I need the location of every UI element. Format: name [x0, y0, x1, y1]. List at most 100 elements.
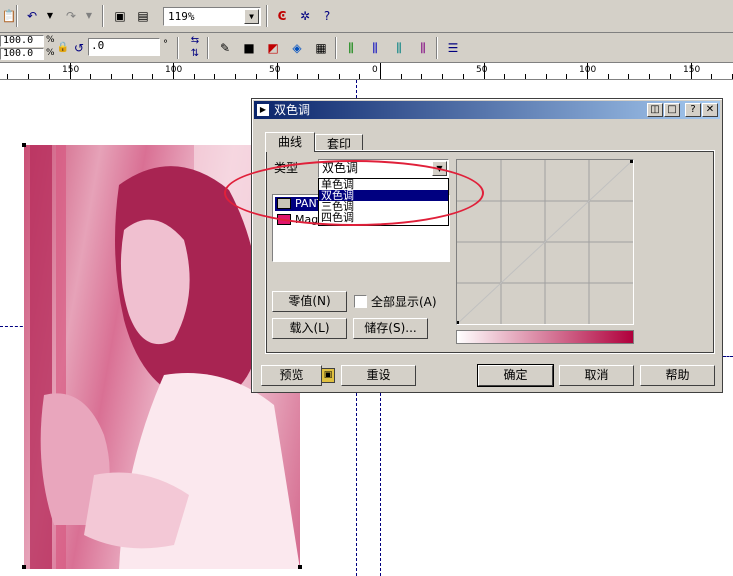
zoom-dropdown-icon[interactable]: ▼ [244, 9, 259, 24]
ruler-tick [711, 74, 712, 79]
scale-y-field[interactable]: 100.0 [0, 48, 44, 60]
to-front-icon[interactable]: ☰ [444, 39, 462, 57]
redo-icon[interactable]: ↷ [62, 7, 80, 25]
import-icon[interactable]: ▣ [111, 7, 129, 25]
toolbar-separator [266, 5, 268, 27]
undo-dropdown-icon[interactable]: ▼ [41, 7, 59, 25]
ruler-tick [525, 74, 526, 79]
preview-button[interactable]: 预览 [261, 365, 322, 386]
zoom-level-value: 119% [168, 10, 195, 23]
save-button[interactable]: 储存(S)... [353, 318, 428, 339]
ruler-tick [173, 63, 174, 79]
ruler-tick [28, 74, 29, 79]
duotone-dialog: ▶ 双色调 ◫ □ ? ✕ 曲线 套印 类型 双色调 ▼ PANTONE Mag… [251, 98, 723, 393]
show-all-label: 全部显示(A) [371, 295, 437, 309]
selection-handle[interactable] [22, 143, 26, 147]
edit-bitmap-icon[interactable]: ✎ [216, 39, 234, 57]
degree-unit: ° [163, 39, 168, 50]
tab-curve[interactable]: 曲线 [265, 132, 315, 152]
hue-saturation-icon[interactable]: ⫼ [414, 39, 432, 57]
highlight-ellipse [224, 160, 484, 226]
adjust-icon[interactable]: ⫼ [342, 39, 360, 57]
ruler-tick [670, 74, 671, 79]
ruler-label: 0 [372, 65, 378, 75]
dialog-title-bar[interactable]: ▶ 双色调 ◫ □ ? ✕ [254, 101, 720, 119]
ruler-tick [297, 74, 298, 79]
ruler-tick [628, 74, 629, 79]
rotation-angle-field[interactable]: .0 [88, 38, 160, 56]
ink-gradient-bar [456, 330, 634, 344]
ruler-tick [111, 74, 112, 79]
zoom-level-field[interactable]: 119% ▼ [163, 7, 261, 26]
toolbar-separator [177, 37, 179, 59]
undo-icon[interactable]: ↶ [23, 7, 41, 25]
horizontal-guideline[interactable] [723, 356, 733, 357]
ruler-tick [504, 74, 505, 79]
ruler-tick [566, 74, 567, 79]
toolbar-separator [102, 5, 104, 27]
ruler-tick [546, 74, 547, 79]
trace-bitmap-icon[interactable]: ◩ [264, 39, 282, 57]
color-balance-icon[interactable]: ⫼ [366, 39, 384, 57]
mirror-horizontal-icon[interactable]: ⇆ [186, 35, 204, 47]
ruler-tick [49, 74, 50, 79]
help-icon[interactable]: ? [685, 103, 701, 117]
application-launcher-icon[interactable]: Ͼ [273, 7, 291, 25]
selection-handle[interactable] [298, 565, 302, 569]
toolbar-separator [16, 5, 18, 27]
ruler-tick [70, 63, 71, 79]
rotate-icon[interactable]: ↺ [70, 39, 88, 57]
property-bar: 100.0 100.0 % % 🔒 ↺ .0 ° ⇆ ⇅ ✎ ■ ◩ ◈ ▦ ⫼… [0, 33, 733, 63]
ruler-tick [256, 74, 257, 79]
toolbar-separator [335, 37, 337, 59]
export-icon[interactable]: ▤ [134, 7, 152, 25]
vertical-guideline[interactable] [356, 80, 357, 98]
reset-button[interactable]: 重设 [341, 365, 416, 386]
crop-bitmap-icon[interactable]: ■ [240, 39, 258, 57]
ruler-tick [318, 74, 319, 79]
ruler-tick [359, 74, 360, 79]
split-preview-icon[interactable]: ◫ [647, 103, 663, 117]
vertical-guideline[interactable] [356, 393, 357, 576]
ruler-tick [90, 74, 91, 79]
corel-online-icon[interactable]: ✲ [296, 7, 314, 25]
ruler-tick [214, 74, 215, 79]
ruler-tick [608, 74, 609, 79]
help-button[interactable]: 帮助 [640, 365, 715, 386]
ruler-tick [587, 63, 588, 79]
ruler-tick [484, 63, 485, 79]
tab-curve-label: 曲线 [277, 135, 302, 149]
close-icon[interactable]: ✕ [702, 103, 718, 117]
tone-curve-graph[interactable] [456, 159, 634, 325]
dialog-preview-toggle-icon[interactable]: ▶ [257, 104, 269, 116]
lock-icon[interactable]: ▣ [321, 368, 335, 383]
redo-dropdown-icon[interactable]: ▼ [80, 7, 98, 25]
curve-grid [456, 159, 634, 325]
ruler-tick [339, 74, 340, 79]
load-button[interactable]: 载入(L) [272, 318, 347, 339]
ruler-label: 50 [269, 65, 281, 75]
toolbar-separator [436, 37, 438, 59]
cancel-button[interactable]: 取消 [559, 365, 634, 386]
color-mask-icon[interactable]: ◈ [288, 39, 306, 57]
ruler-tick [463, 74, 464, 79]
vertical-guideline[interactable] [380, 393, 381, 576]
levels-icon[interactable]: ⫼ [390, 39, 408, 57]
whats-this-help-icon[interactable]: ? [318, 7, 336, 25]
standard-toolbar: 📋 ↶ ▼ ↷ ▼ ▣ ▤ 119% ▼ Ͼ ✲ ? [0, 0, 733, 33]
horizontal-ruler: 15010050050100150 [0, 63, 733, 80]
tab-overprint[interactable]: 套印 [315, 134, 363, 151]
tab-overprint-label: 套印 [326, 137, 351, 151]
ruler-tick [235, 74, 236, 79]
maximize-icon[interactable]: □ [664, 103, 680, 117]
ok-button[interactable]: 确定 [477, 364, 554, 387]
resample-icon[interactable]: ▦ [312, 39, 330, 57]
ruler-tick [442, 74, 443, 79]
null-button[interactable]: 零值(N) [272, 291, 347, 312]
mirror-vertical-icon[interactable]: ⇅ [186, 48, 204, 60]
ruler-tick [421, 74, 422, 79]
selection-handle[interactable] [22, 565, 26, 569]
show-all-checkbox[interactable] [354, 295, 367, 308]
scale-x-field[interactable]: 100.0 [0, 35, 44, 47]
ruler-tick [132, 74, 133, 79]
